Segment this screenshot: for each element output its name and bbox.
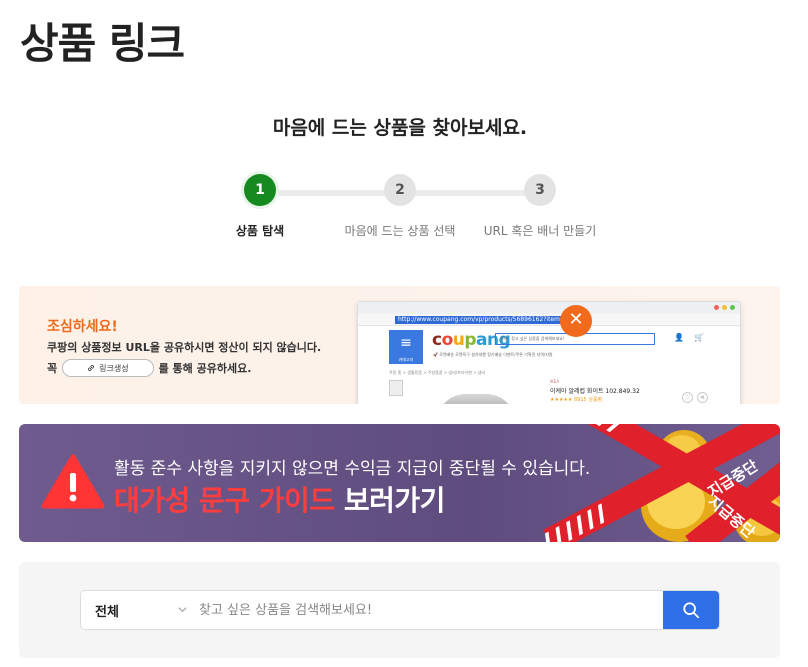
step-3-label: URL 혹은 배너 만들기	[483, 224, 597, 238]
search-bar: 전체	[80, 590, 720, 630]
mock-categories: 🚀 로켓배송 로켓직구 설치대행 정기배송 이벤트/쿠폰 기획전 지역/지원	[433, 352, 553, 357]
category-selected: 전체	[95, 604, 119, 620]
mock-menu-label: 카테고리	[398, 357, 414, 362]
mock-cart-icon: 🛒	[694, 333, 704, 342]
step-1: 1 상품 탐색	[180, 174, 340, 239]
mock-coupang-page: ≡ 카테고리 coupang 전체 찾고 싶은 상품을 검색해보세요! 👤 🛒 🚀…	[358, 326, 740, 404]
mock-thumbnail	[389, 380, 403, 396]
step-2: 2 마음에 드는 상품 선택	[320, 174, 480, 239]
search-section: 전체	[19, 562, 780, 658]
mock-search-placeholder: 찾고 싶은 상품을 검색해보세요!	[511, 336, 565, 341]
mock-breadcrumb: 쿠팡 홈 > 생활용품 > 주방용품 > 냄비/프라이팬 > 냄비	[389, 370, 486, 375]
link-create-label: 링크생성	[99, 363, 129, 373]
search-button[interactable]	[663, 591, 719, 629]
mock-search-category: 전체	[500, 336, 508, 341]
caution-text: 쿠팡의 상품정보 URL을 공유하시면 정산이 되지 않습니다.	[47, 341, 322, 354]
mock-header-icons: 👤 🛒	[674, 333, 704, 342]
caution-banner: 조심하세요! 쿠팡의 상품정보 URL을 공유하시면 정산이 되지 않습니다. …	[19, 286, 780, 404]
mock-brand: IKEA	[550, 379, 560, 384]
mock-browser-screenshot: http://www.coupang.com/vp/products/56896…	[357, 301, 741, 404]
chevron-down-icon	[178, 607, 187, 613]
mock-share-icon: ⋖	[697, 392, 708, 403]
mock-url: http://www.coupang.com/vp/products/56896…	[395, 316, 580, 324]
step-indicator: 1 상품 탐색 2 마음에 드는 상품 선택 3 URL 혹은 배너 만들기	[0, 174, 800, 244]
link-create-pill: 링크생성	[62, 359, 154, 377]
guide-link-rest: 보러가기	[334, 484, 446, 517]
step-2-label: 마음에 드는 상품 선택	[344, 224, 456, 238]
mock-address-bar: http://www.coupang.com/vp/products/56896…	[358, 314, 740, 326]
guide-banner[interactable]: 활동 준수 사항을 지키지 않으면 수익금 지급이 중단될 수 있습니다. 대가…	[19, 424, 780, 542]
close-x-icon: ✕	[560, 305, 592, 337]
mock-user-icon: 👤	[674, 333, 685, 342]
search-input[interactable]	[199, 591, 661, 629]
search-icon	[683, 602, 700, 619]
guide-link-text: 대가성 문구 가이드 보러가기	[114, 479, 445, 519]
window-dots-icon	[714, 305, 735, 310]
caution-title: 조심하세요!	[47, 319, 118, 335]
step-1-number: 1	[244, 174, 276, 206]
category-select[interactable]: 전체	[81, 591, 196, 629]
guide-highlight: 대가성 문구 가이드	[114, 484, 335, 517]
mock-heart-icon: ♡	[682, 392, 693, 403]
mock-browser-titlebar	[358, 302, 740, 314]
page-subtitle: 마음에 드는 상품을 찾아보세요.	[272, 117, 528, 139]
mock-menu-icon: ≡ 카테고리	[389, 330, 423, 364]
page-title: 상품 링크	[20, 19, 185, 68]
link-icon	[88, 365, 95, 371]
mock-product-name: 이케아 알레컵 화이트 102.849.32	[550, 388, 640, 395]
caution-text-2: 꼭 링크생성 를 통해 공유하세요.	[47, 359, 251, 377]
step-1-label: 상품 탐색	[235, 224, 285, 238]
step-3: 3 URL 혹은 배너 만들기	[460, 174, 620, 239]
step-2-number: 2	[384, 174, 416, 206]
mock-rating: ★★★★★ 8915 상품평	[550, 397, 603, 403]
warning-triangle-icon	[41, 454, 105, 509]
mock-product-image	[436, 394, 516, 404]
caution-suffix: 를 통해 공유하세요.	[158, 362, 252, 375]
step-3-number: 3	[524, 174, 556, 206]
caution-prefix: 꼭	[47, 362, 58, 375]
